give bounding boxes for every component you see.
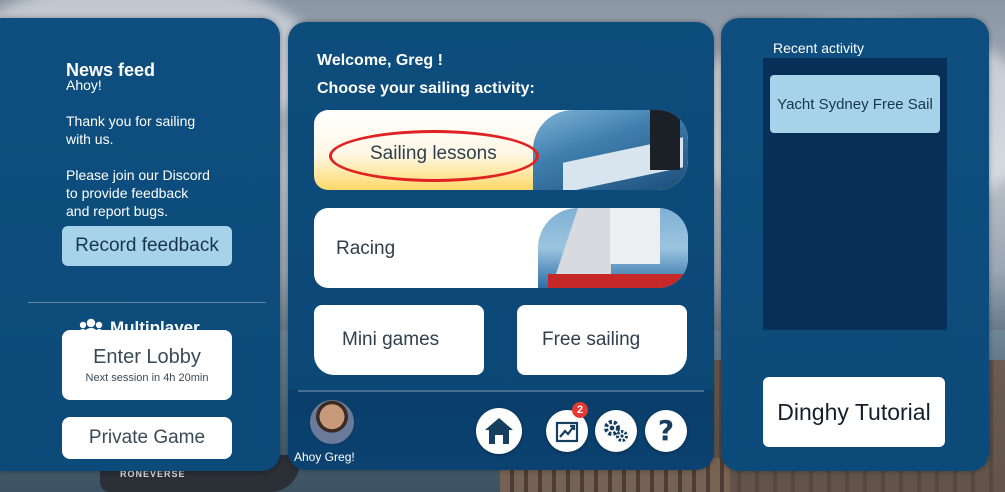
racing-image xyxy=(538,208,688,288)
settings-button[interactable] xyxy=(595,410,637,452)
home-icon xyxy=(485,418,513,444)
racing-card[interactable]: Racing xyxy=(314,208,688,288)
welcome-text: Welcome, Greg ! xyxy=(317,52,443,69)
sailing-lessons-label: Sailing lessons xyxy=(370,143,497,164)
news-discord-text: Please join our Discord to provide feedb… xyxy=(66,167,210,219)
help-button[interactable]: ? xyxy=(645,410,687,452)
bottom-bar: Ahoy Greg! 2 ? xyxy=(288,390,714,470)
racing-label: Racing xyxy=(336,238,396,259)
news-thanks-text: Thank you for sailing with us. xyxy=(66,113,196,147)
sailing-lessons-image xyxy=(533,110,688,190)
sailing-lessons-card[interactable]: Sailing lessons xyxy=(314,110,688,190)
choose-activity-text: Choose your sailing activity: xyxy=(317,80,535,97)
recent-activity-panel: Recent activity Yacht Sydney Free Sail D… xyxy=(721,18,989,471)
home-button[interactable] xyxy=(476,408,522,454)
enter-lobby-label: Enter Lobby xyxy=(93,346,201,368)
free-sailing-label: Free sailing xyxy=(542,329,641,350)
recent-activity-item[interactable]: Yacht Sydney Free Sail xyxy=(770,75,940,133)
free-sailing-card[interactable]: Free sailing xyxy=(517,305,687,375)
stats-chart-icon xyxy=(555,421,579,443)
dinghy-tutorial-button[interactable]: Dinghy Tutorial xyxy=(763,377,945,447)
avatar[interactable] xyxy=(308,398,356,446)
settings-gears-icon xyxy=(604,420,628,442)
divider xyxy=(298,390,704,392)
activity-panel: Welcome, Greg ! Choose your sailing acti… xyxy=(288,22,714,470)
mini-games-card[interactable]: Mini games xyxy=(314,305,484,375)
recent-activity-title: Recent activity xyxy=(773,40,865,56)
private-game-label: Private Game xyxy=(88,427,206,448)
help-icon: ? xyxy=(657,414,675,447)
player-greeting: Ahoy Greg! xyxy=(294,450,355,464)
news-panel: News feed Ahoy! Thank you for sailing wi… xyxy=(0,18,280,471)
next-session-text: Next session in 4h 20min xyxy=(85,372,209,384)
mini-games-label: Mini games xyxy=(342,329,440,350)
stats-notification-badge: 2 xyxy=(572,402,588,418)
private-game-button[interactable]: Private Game xyxy=(62,417,232,459)
enter-lobby-button[interactable]: Enter Lobby Next session in 4h 20min xyxy=(62,330,232,400)
news-greeting: Ahoy! xyxy=(66,77,102,93)
record-feedback-button[interactable]: Record feedback xyxy=(62,226,232,266)
divider xyxy=(28,302,266,303)
